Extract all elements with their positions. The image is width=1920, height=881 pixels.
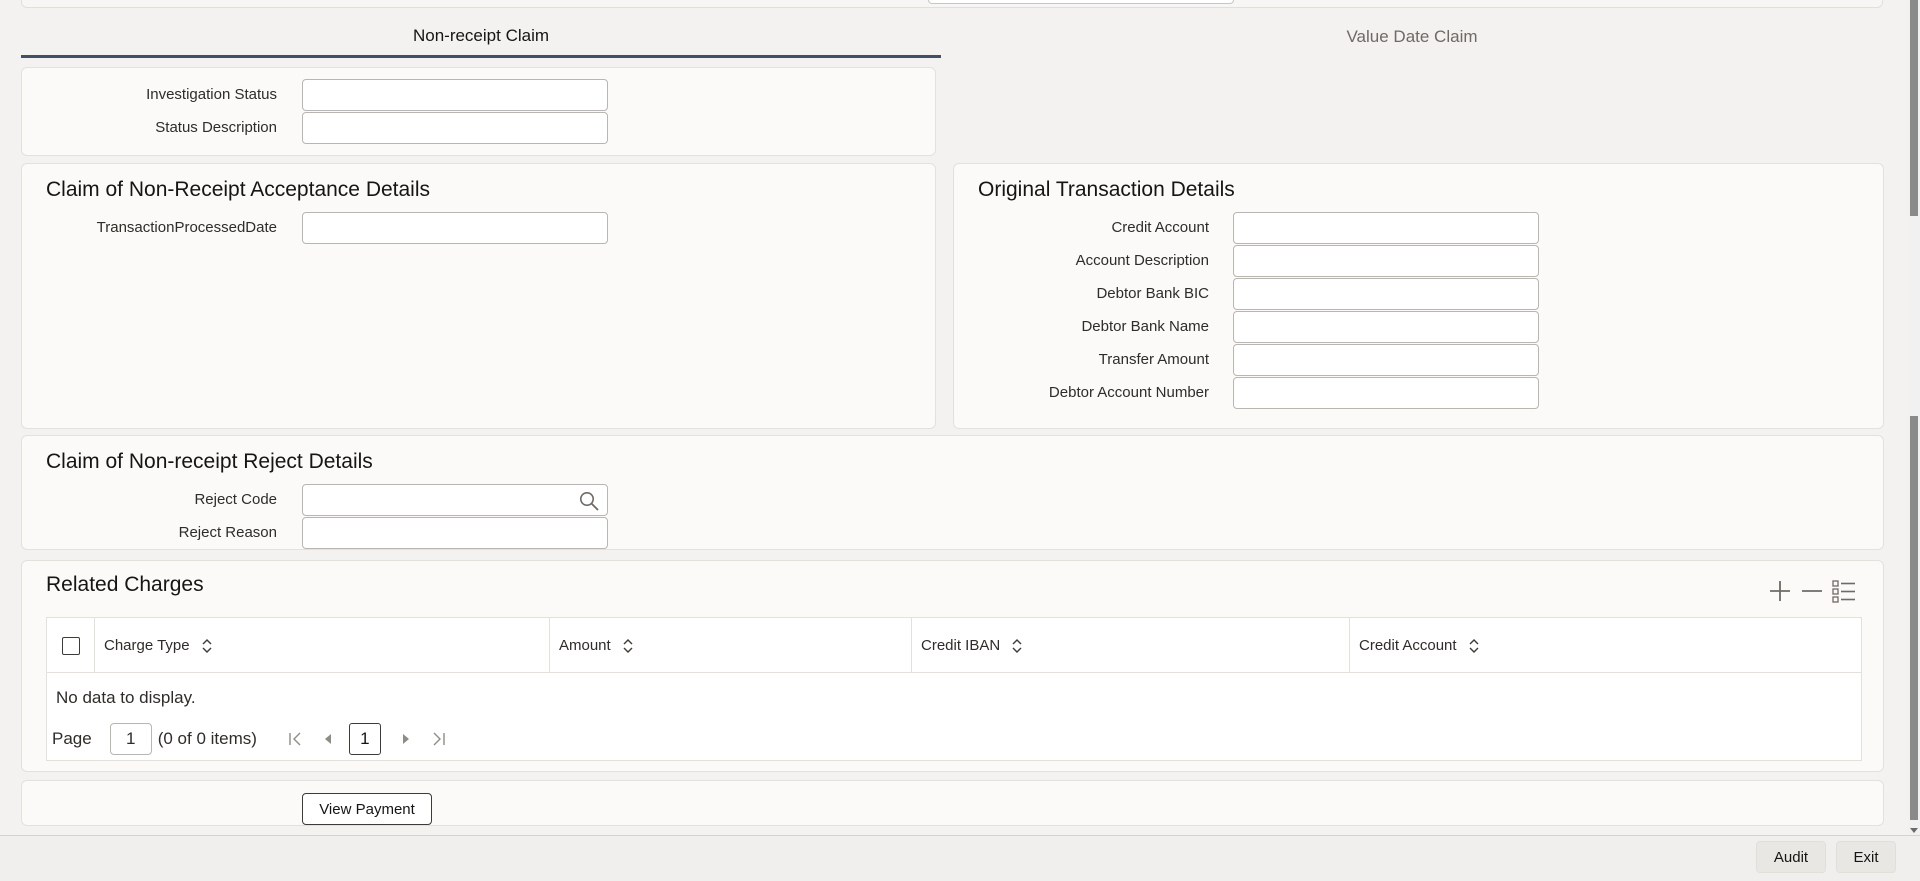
delete-row-icon[interactable] — [1799, 578, 1825, 604]
transfer-amount-field[interactable] — [1233, 344, 1539, 376]
acceptance-details-title: Claim of Non-Receipt Acceptance Details — [46, 178, 431, 201]
empty-table-message: No data to display. — [56, 688, 196, 707]
account-description-field[interactable] — [1233, 245, 1539, 277]
debtor-bank-bic-label: Debtor Bank BIC — [1096, 285, 1209, 302]
main-content: Non-receipt Claim Value Date Claim Inves… — [0, 0, 1908, 835]
claim-tabs: Non-receipt Claim Value Date Claim — [21, 16, 1883, 58]
original-transaction-title: Original Transaction Details — [978, 178, 1235, 201]
column-amount-label: Amount — [559, 637, 611, 654]
page-label: Page — [52, 729, 92, 748]
scrollbar-thumb-lower[interactable] — [1910, 416, 1918, 820]
reject-details-title: Claim of Non-receipt Reject Details — [46, 450, 373, 473]
credit-account-label: Credit Account — [1111, 219, 1209, 236]
original-transaction-panel: Original Transaction Details Credit Acco… — [953, 163, 1884, 429]
select-all-checkbox[interactable] — [62, 637, 80, 655]
current-page-button[interactable]: 1 — [348, 723, 381, 755]
column-charge-type-label: Charge Type — [104, 637, 190, 654]
previous-section-edge — [21, 0, 1883, 8]
sort-icon[interactable] — [1012, 638, 1022, 654]
debtor-bank-name-label: Debtor Bank Name — [1081, 318, 1209, 335]
credit-account-field[interactable] — [1233, 212, 1539, 244]
sort-icon[interactable] — [202, 638, 212, 654]
sort-icon[interactable] — [623, 638, 633, 654]
footer-bar: Audit Exit — [0, 835, 1920, 881]
debtor-bank-bic-field[interactable] — [1233, 278, 1539, 310]
last-page-icon[interactable] — [427, 728, 449, 750]
debtor-account-number-field[interactable] — [1233, 377, 1539, 409]
reject-reason-field[interactable] — [302, 517, 608, 549]
scrollbar-thumb-upper[interactable] — [1910, 0, 1918, 216]
exit-button[interactable]: Exit — [1836, 841, 1896, 873]
pagination: Page 1 (0 of 0 items) 1 — [52, 722, 449, 756]
first-page-icon[interactable] — [285, 728, 307, 750]
investigation-status-field[interactable] — [302, 79, 608, 111]
column-credit-iban-label: Credit IBAN — [921, 637, 1001, 654]
tab-non-receipt-claim[interactable]: Non-receipt Claim — [21, 16, 941, 58]
reject-code-field[interactable] — [302, 484, 608, 516]
debtor-bank-name-field[interactable] — [1233, 311, 1539, 343]
row-details-icon[interactable] — [1831, 578, 1857, 604]
transaction-processed-date-field[interactable] — [302, 212, 608, 244]
audit-button[interactable]: Audit — [1756, 841, 1826, 873]
view-payment-button[interactable]: View Payment — [302, 793, 432, 825]
sort-icon[interactable] — [1469, 638, 1479, 654]
previous-page-icon[interactable] — [317, 728, 339, 750]
page-items-info: (0 of 0 items) — [157, 729, 257, 748]
search-icon[interactable] — [579, 491, 599, 511]
reject-reason-label: Reject Reason — [178, 524, 277, 541]
previous-field-edge — [928, 0, 1234, 4]
scroll-down-arrow-icon[interactable] — [1910, 828, 1918, 833]
investigation-status-label: Investigation Status — [146, 86, 277, 103]
column-credit-account[interactable]: Credit Account — [1350, 618, 1861, 673]
related-charges-title: Related Charges — [46, 573, 204, 596]
reject-details-panel: Claim of Non-receipt Reject Details Reje… — [21, 435, 1884, 550]
account-description-label: Account Description — [1075, 252, 1209, 269]
page-number-input[interactable]: 1 — [109, 723, 152, 755]
column-charge-type[interactable]: Charge Type — [95, 618, 550, 673]
actions-panel: View Payment — [21, 780, 1884, 826]
column-credit-account-label: Credit Account — [1359, 637, 1457, 654]
debtor-account-number-label: Debtor Account Number — [1048, 384, 1209, 401]
status-description-field[interactable] — [302, 112, 608, 144]
add-row-icon[interactable] — [1767, 578, 1793, 604]
related-charges-table: Charge Type Amount Credit IBAN Credit Ac… — [46, 617, 1862, 761]
column-amount[interactable]: Amount — [550, 618, 912, 673]
investigation-panel: Investigation Status Status Description — [21, 67, 936, 156]
next-page-icon[interactable] — [395, 728, 417, 750]
status-description-label: Status Description — [155, 119, 277, 136]
table-header: Charge Type Amount Credit IBAN Credit Ac… — [47, 618, 1861, 673]
acceptance-details-panel: Claim of Non-Receipt Acceptance Details … — [21, 163, 936, 429]
transaction-processed-date-label: TransactionProcessedDate — [96, 219, 277, 236]
transfer-amount-label: Transfer Amount — [1098, 351, 1209, 368]
select-all-column — [47, 618, 95, 673]
reject-code-label: Reject Code — [194, 491, 277, 508]
column-credit-iban[interactable]: Credit IBAN — [912, 618, 1350, 673]
tab-value-date-claim[interactable]: Value Date Claim — [941, 16, 1883, 58]
vertical-scrollbar[interactable] — [1908, 0, 1920, 835]
